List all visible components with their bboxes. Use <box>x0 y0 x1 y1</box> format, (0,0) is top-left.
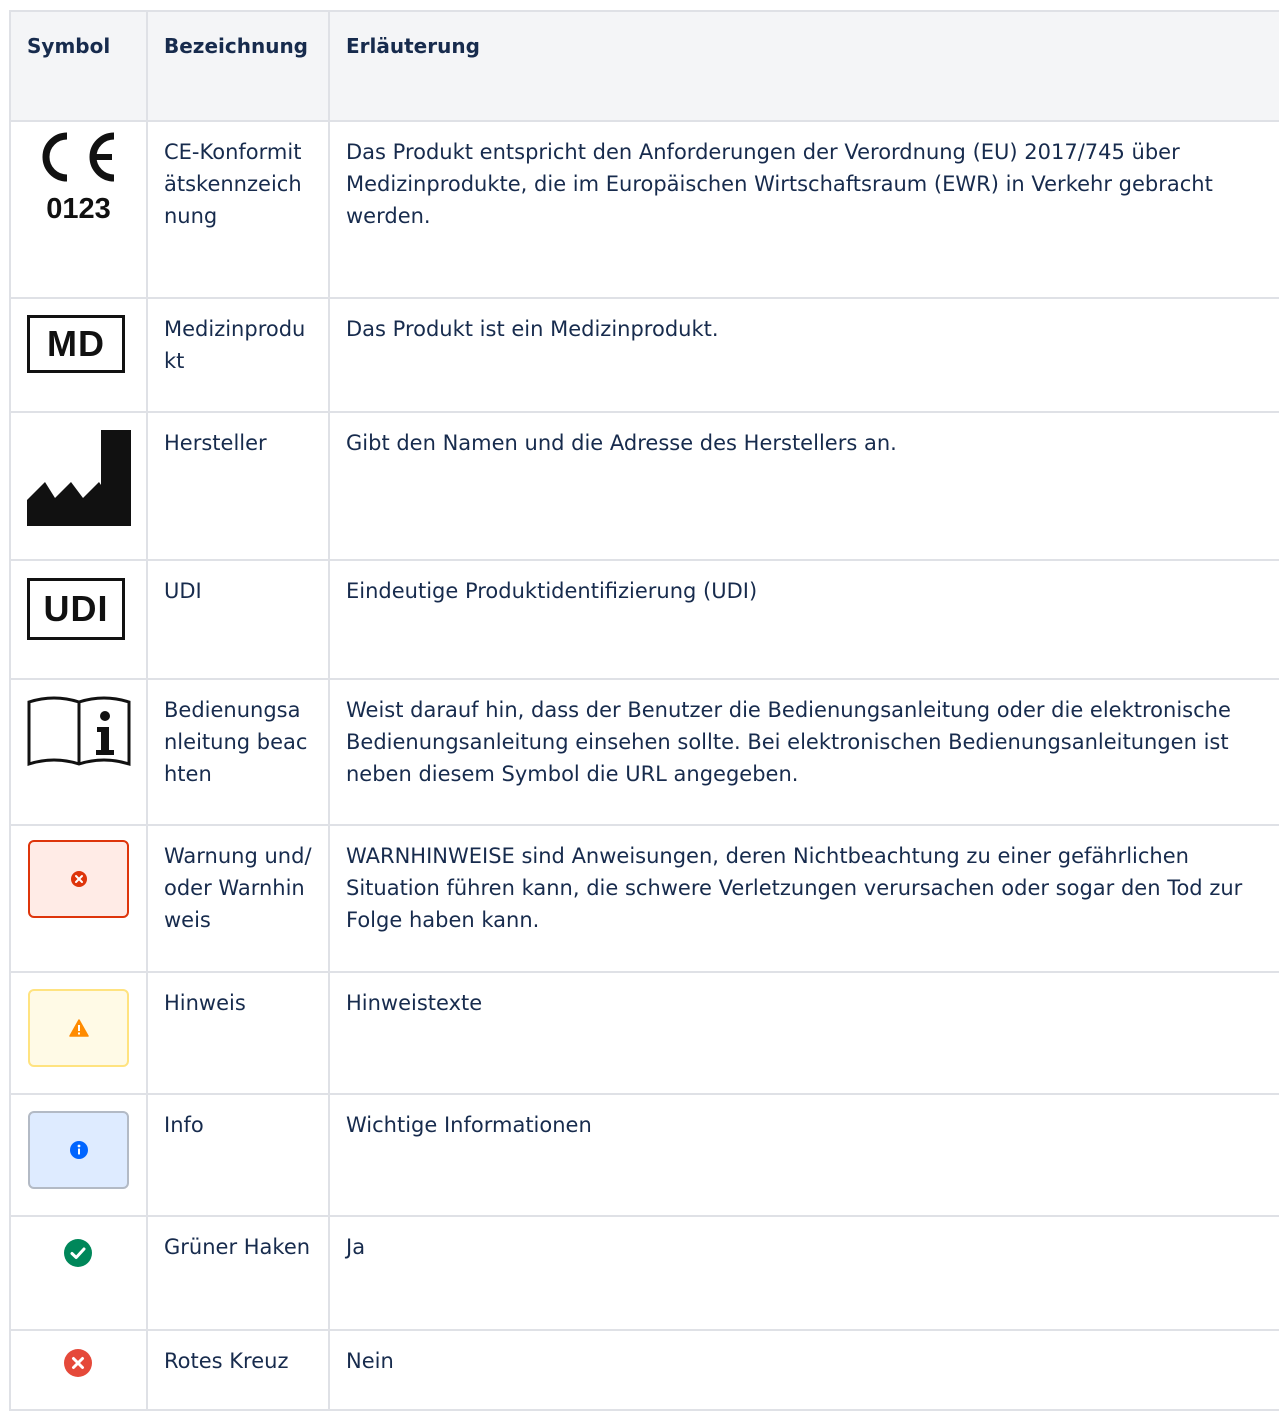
symbol-cell <box>9 971 148 1095</box>
medical-device-icon: MD <box>27 315 125 373</box>
error-icon <box>70 871 87 887</box>
table-row: Info Wichtige Informationen <box>9 1093 1279 1217</box>
name-cell: Bedienungsanleitung beachten <box>146 678 330 826</box>
description-cell: Hinweistexte <box>328 971 1279 1095</box>
description-cell: Nein <box>328 1329 1279 1411</box>
symbol-cell <box>9 1215 148 1331</box>
symbol-cell <box>9 824 148 973</box>
ce-marking-icon <box>42 132 115 182</box>
manufacturer-icon <box>27 430 131 526</box>
name-cell: UDI <box>146 559 330 680</box>
symbol-cell <box>9 411 148 561</box>
description-cell: Wichtige Informationen <box>328 1093 1279 1217</box>
warning-panel <box>28 989 129 1067</box>
name-cell: Hinweis <box>146 971 330 1095</box>
table-row: Warnung und/oder Warnhinweis WARNHINWEIS… <box>9 824 1279 973</box>
symbol-table-container: Symbol Bezeichnung Erläuterung 0123 CE-K… <box>9 10 1279 1411</box>
info-icon <box>69 1141 88 1159</box>
header-symbol: Symbol <box>9 10 148 122</box>
header-bezeichnung: Bezeichnung <box>146 10 330 122</box>
notified-body-number: 0123 <box>46 193 111 225</box>
name-cell: Medizinprodukt <box>146 297 330 413</box>
header-erlaeuterung: Erläuterung <box>328 10 1279 122</box>
symbol-cell <box>9 1093 148 1217</box>
name-cell: Info <box>146 1093 330 1217</box>
red-cross-icon <box>64 1349 92 1377</box>
name-cell: Grüner Haken <box>146 1215 330 1331</box>
instructions-for-use-icon <box>27 696 131 767</box>
table-row: Bedienungsanleitung beachten Weist darau… <box>9 678 1279 826</box>
info-panel <box>28 1111 129 1189</box>
description-cell: Gibt den Namen und die Adresse des Herst… <box>328 411 1279 561</box>
description-cell: WARNHINWEISE sind Anweisungen, deren Nic… <box>328 824 1279 973</box>
symbol-cell: MD <box>9 297 148 413</box>
name-cell: Rotes Kreuz <box>146 1329 330 1411</box>
symbol-table: Symbol Bezeichnung Erläuterung 0123 CE-K… <box>9 10 1279 1411</box>
table-row: Hinweis Hinweistexte <box>9 971 1279 1095</box>
name-cell: Hersteller <box>146 411 330 561</box>
name-cell: Warnung und/oder Warnhinweis <box>146 824 330 973</box>
description-cell: Das Produkt ist ein Medizinprodukt. <box>328 297 1279 413</box>
name-cell: CE-Konformitätskennzeichnung <box>146 120 330 299</box>
table-row: Hersteller Gibt den Namen und die Adress… <box>9 411 1279 561</box>
symbol-cell: UDI <box>9 559 148 680</box>
green-check-icon <box>64 1239 92 1267</box>
symbol-cell <box>9 678 148 826</box>
table-row: 0123 CE-Konformitätskennzeichnung Das Pr… <box>9 120 1279 299</box>
description-cell: Das Produkt entspricht den Anforderungen… <box>328 120 1279 299</box>
warning-icon <box>68 1019 89 1037</box>
table-row: Grüner Haken Ja <box>9 1215 1279 1331</box>
description-cell: Weist darauf hin, dass der Benutzer die … <box>328 678 1279 826</box>
table-row: UDI UDI Eindeutige Produktidentifizierun… <box>9 559 1279 680</box>
udi-icon: UDI <box>27 578 125 640</box>
description-cell: Ja <box>328 1215 1279 1331</box>
description-cell: Eindeutige Produktidentifizierung (UDI) <box>328 559 1279 680</box>
table-row: MD Medizinprodukt Das Produkt ist ein Me… <box>9 297 1279 413</box>
error-panel <box>28 840 129 918</box>
table-header-row: Symbol Bezeichnung Erläuterung <box>9 10 1279 122</box>
table-row: Rotes Kreuz Nein <box>9 1329 1279 1411</box>
symbol-cell <box>9 1329 148 1411</box>
symbol-cell: 0123 <box>9 120 148 299</box>
